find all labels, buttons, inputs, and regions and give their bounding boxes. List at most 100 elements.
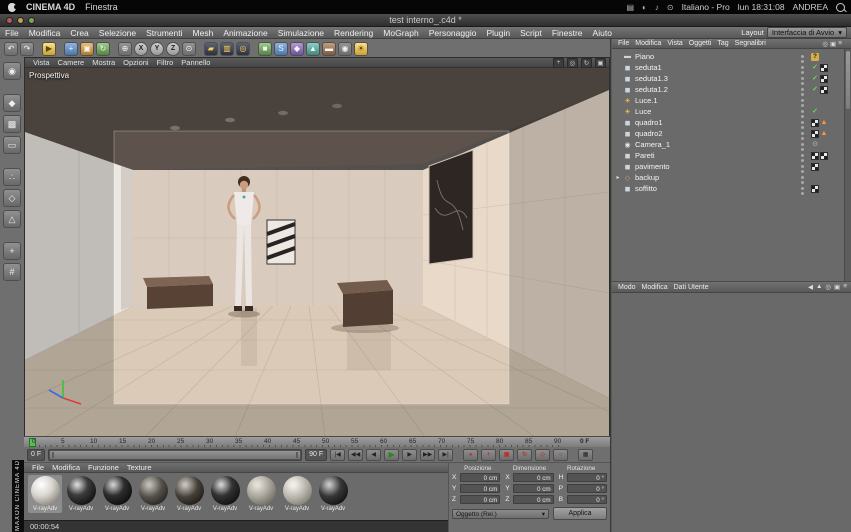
- texture-tag-icon[interactable]: [811, 118, 819, 127]
- am-menu-modifica[interactable]: Modifica: [639, 284, 671, 291]
- redo-icon[interactable]: ↷: [20, 41, 34, 56]
- mat-menu-modifica[interactable]: Modifica: [48, 463, 84, 472]
- visibility-dots-icon[interactable]: [801, 110, 804, 113]
- pan-view-icon[interactable]: +: [553, 57, 564, 68]
- object-row-quadro2[interactable]: ◼ quadro2 ▲: [612, 128, 851, 139]
- check-tag-icon[interactable]: ✓: [811, 108, 819, 116]
- prev-frame-icon[interactable]: ◀: [366, 448, 382, 461]
- visibility-dots-icon[interactable]: [801, 77, 804, 80]
- rot-p-field[interactable]: 0 °: [566, 484, 607, 493]
- material-item[interactable]: V-rayAdv: [100, 475, 134, 513]
- nurbs-icon[interactable]: ◆: [290, 41, 304, 56]
- menu-file[interactable]: File: [0, 28, 24, 38]
- object-row-piano[interactable]: ▬ Piano ?: [612, 51, 851, 62]
- mat-menu-file[interactable]: File: [28, 463, 48, 472]
- visibility-dots-icon[interactable]: [801, 143, 804, 146]
- menu-mograph[interactable]: MoGraph: [378, 28, 423, 38]
- coordinate-system-icon[interactable]: ⊕: [118, 41, 132, 56]
- object-name[interactable]: soffitto: [634, 184, 657, 193]
- pos-x-field[interactable]: 0 cm: [460, 473, 501, 482]
- viewport-scene[interactable]: Prospettiva: [25, 68, 610, 437]
- menu-finestra[interactable]: Finestra: [85, 2, 118, 12]
- vp-menu-mostra[interactable]: Mostra: [88, 58, 119, 67]
- object-name[interactable]: quadro1: [634, 118, 663, 127]
- vp-menu-filtro[interactable]: Filtro: [153, 58, 178, 67]
- object-name[interactable]: seduta1.2: [634, 85, 668, 94]
- lock-x-axis-button[interactable]: X: [134, 41, 148, 56]
- texture-tag-icon[interactable]: [811, 151, 819, 160]
- mat-menu-funzione[interactable]: Funzione: [84, 463, 123, 472]
- menubar-username[interactable]: ANDREA: [793, 2, 828, 12]
- object-name[interactable]: pavimento: [634, 162, 670, 171]
- preview-range-slider[interactable]: [48, 448, 303, 461]
- primitive-cube-icon[interactable]: ■: [258, 41, 272, 56]
- coordinate-space-select[interactable]: Oggetto (Rel.) ▾: [452, 508, 549, 519]
- visibility-dots-icon[interactable]: [801, 187, 804, 190]
- polygons-mode-icon[interactable]: △: [3, 210, 21, 228]
- menu-animazione[interactable]: Animazione: [218, 28, 272, 38]
- rot-b-field[interactable]: 0 °: [566, 495, 607, 504]
- menubar-clock[interactable]: lun 18:31:08: [738, 2, 785, 12]
- timeline-ruler[interactable]: 0 5 10 15 20 25 30 35 40 45 50 55 60 65 …: [24, 436, 610, 447]
- next-frame-icon[interactable]: ▶: [402, 448, 418, 461]
- am-menu-modo[interactable]: Modo: [615, 284, 639, 291]
- menu-selezione[interactable]: Selezione: [94, 28, 141, 38]
- spotlight-icon[interactable]: [836, 2, 845, 12]
- material-item[interactable]: V-rayAdv: [64, 475, 98, 513]
- visibility-dots-icon[interactable]: [801, 154, 804, 157]
- menu-finestre[interactable]: Finestre: [547, 28, 588, 38]
- texture-tag-icon[interactable]: [820, 151, 828, 160]
- next-key-icon[interactable]: ▶▶: [420, 448, 436, 461]
- floor-object-icon[interactable]: ▬: [322, 41, 336, 56]
- layout-select[interactable]: Interfaccia di Avvio ▾: [766, 27, 847, 38]
- apply-button[interactable]: Applica: [553, 507, 607, 520]
- mograph-icon[interactable]: ▲: [306, 41, 320, 56]
- visibility-dots-icon[interactable]: [801, 176, 804, 179]
- menu-mesh[interactable]: Mesh: [188, 28, 219, 38]
- visibility-dots-icon[interactable]: [801, 132, 804, 135]
- window-close-button[interactable]: [6, 17, 13, 24]
- display-icon[interactable]: ▤: [626, 3, 634, 12]
- material-item[interactable]: V-rayAdv: [244, 475, 278, 513]
- question-tag-icon[interactable]: ?: [811, 52, 819, 61]
- object-row-luce-1[interactable]: ☀ Luce.1: [612, 95, 851, 106]
- object-row-seduta1[interactable]: ◼ seduta1 ✓: [612, 62, 851, 73]
- visibility-dots-icon[interactable]: [801, 55, 804, 58]
- zoom-view-icon[interactable]: ◎: [567, 57, 578, 68]
- scale-tool-icon[interactable]: ▣: [80, 41, 94, 56]
- object-name[interactable]: Camera_1: [634, 140, 670, 149]
- material-item[interactable]: V-rayAdv: [136, 475, 170, 513]
- check-tag-icon[interactable]: ✓: [811, 64, 819, 72]
- material-item[interactable]: V-rayAdv: [208, 475, 242, 513]
- points-mode-icon[interactable]: ∴: [3, 168, 21, 186]
- object-row-luce[interactable]: ☀ Luce ✓: [612, 106, 851, 117]
- texture-tag-icon[interactable]: [820, 74, 828, 83]
- window-minimize-button[interactable]: [17, 17, 24, 24]
- lock-z-axis-button[interactable]: Z: [166, 41, 180, 56]
- mat-menu-texture[interactable]: Texture: [123, 463, 156, 472]
- lock-y-axis-button[interactable]: Y: [150, 41, 164, 56]
- workplane-mode-icon[interactable]: ▭: [3, 136, 21, 154]
- texture-tag-icon[interactable]: [811, 129, 819, 138]
- object-name[interactable]: Pareti: [634, 151, 655, 160]
- object-name[interactable]: seduta1: [634, 63, 662, 72]
- camera-object-icon[interactable]: ◉: [338, 41, 352, 56]
- apple-menu-icon[interactable]: [8, 2, 18, 12]
- play-icon[interactable]: ▶: [384, 448, 400, 461]
- object-row-soffitto[interactable]: ◼ soffitto: [612, 183, 851, 194]
- material-item[interactable]: V-rayAdv: [28, 475, 62, 513]
- menu-crea[interactable]: Crea: [65, 28, 93, 38]
- undo-icon[interactable]: ↶: [4, 41, 18, 56]
- size-z-field[interactable]: 0 cm: [513, 495, 554, 504]
- autokey-icon[interactable]: ○: [553, 448, 569, 461]
- visibility-dots-icon[interactable]: [801, 99, 804, 102]
- texture-tag-icon[interactable]: [811, 162, 819, 171]
- pos-y-field[interactable]: 0 cm: [460, 484, 501, 493]
- object-name[interactable]: backup: [634, 173, 659, 182]
- record-scale-icon[interactable]: ▣: [499, 448, 515, 461]
- window-zoom-button[interactable]: [28, 17, 35, 24]
- visibility-dots-icon[interactable]: [801, 121, 804, 124]
- menu-aiuto[interactable]: Aiuto: [588, 28, 617, 38]
- menu-simulazione[interactable]: Simulazione: [273, 28, 329, 38]
- app-menu-title[interactable]: CINEMA 4D: [26, 2, 75, 12]
